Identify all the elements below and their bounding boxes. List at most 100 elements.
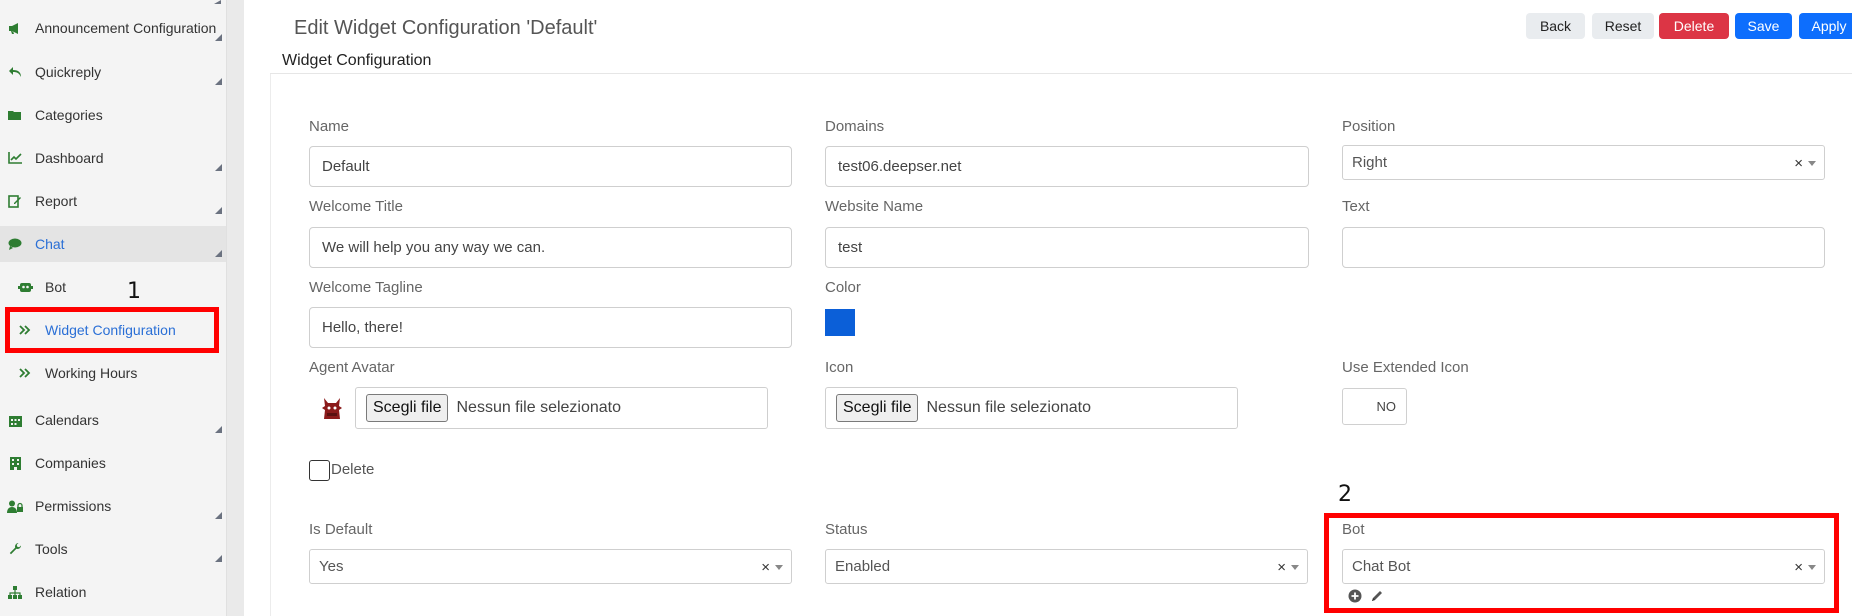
choose-file-button[interactable]: Scegli file bbox=[366, 394, 449, 422]
domains-input[interactable]: test06.deepser.net bbox=[825, 146, 1309, 187]
sidebar-scroll-rail[interactable] bbox=[226, 0, 244, 616]
chevron-down-icon[interactable] bbox=[1808, 161, 1816, 166]
agent-avatar-label: Agent Avatar bbox=[309, 359, 395, 376]
panel-border bbox=[270, 74, 271, 616]
chevron-down-icon[interactable] bbox=[775, 565, 783, 570]
status-select[interactable]: Enabled × bbox=[825, 549, 1308, 584]
avatar bbox=[321, 395, 343, 421]
welcome-title-input[interactable]: We will help you any way we can. bbox=[309, 227, 792, 268]
sidebar-item-label: Quickreply bbox=[35, 64, 102, 80]
sidebar-item-label: Report bbox=[35, 193, 78, 209]
position-select[interactable]: Right × bbox=[1342, 145, 1825, 180]
expand-caret-icon[interactable] bbox=[215, 164, 222, 171]
robot-icon bbox=[17, 279, 33, 295]
name-input[interactable]: Default bbox=[309, 146, 792, 187]
expand-caret-icon[interactable] bbox=[215, 34, 222, 41]
choose-file-button[interactable]: Scegli file bbox=[836, 394, 919, 422]
expand-caret-icon[interactable] bbox=[215, 78, 222, 85]
megaphone-icon bbox=[7, 20, 23, 36]
expand-caret-icon bbox=[214, 0, 221, 4]
delete-avatar-checkbox[interactable] bbox=[309, 460, 330, 481]
text-label: Text bbox=[1342, 198, 1370, 215]
sidebar-item-label: Companies bbox=[35, 455, 106, 471]
sidebar-item-relation[interactable]: Relation bbox=[0, 574, 226, 610]
color-picker-swatch[interactable] bbox=[825, 309, 855, 336]
chevron-down-icon[interactable] bbox=[1808, 565, 1816, 570]
clear-icon[interactable]: × bbox=[761, 559, 770, 576]
agent-avatar-file-input[interactable]: Scegli file Nessun file selezionato bbox=[355, 387, 768, 429]
use-extended-icon-toggle[interactable]: NO bbox=[1342, 388, 1407, 425]
is-default-select[interactable]: Yes × bbox=[309, 549, 792, 584]
annotation-number: 1 bbox=[127, 279, 141, 304]
sidebar-item-label: Working Hours bbox=[45, 365, 138, 381]
plus-circle-icon[interactable] bbox=[1348, 589, 1362, 603]
annotation-number: 2 bbox=[1338, 482, 1352, 507]
domains-value: test06.deepser.net bbox=[838, 158, 962, 175]
reset-button[interactable]: Reset bbox=[1592, 13, 1654, 39]
sidebar-item-bot[interactable]: Bot bbox=[0, 269, 226, 305]
toggle-state: NO bbox=[1376, 399, 1397, 414]
chat-bubble-icon bbox=[7, 236, 23, 252]
wrench-icon bbox=[7, 541, 23, 557]
chevron-down-icon[interactable] bbox=[1291, 565, 1299, 570]
expand-caret-icon[interactable] bbox=[215, 426, 222, 433]
sidebar-item-chat[interactable]: Chat bbox=[0, 226, 226, 262]
bot-select[interactable]: Chat Bot × bbox=[1342, 549, 1825, 584]
expand-caret-icon[interactable] bbox=[215, 207, 222, 214]
use-extended-icon-label: Use Extended Icon bbox=[1342, 359, 1469, 376]
expand-caret-icon[interactable] bbox=[215, 512, 222, 519]
sidebar-item-quickreply[interactable]: Quickreply bbox=[0, 54, 226, 90]
report-edit-icon bbox=[7, 193, 23, 209]
sidebar-item-label: Tools bbox=[35, 541, 68, 557]
sidebar-item-working-hours[interactable]: Working Hours bbox=[0, 355, 226, 391]
sidebar-item-announcement-configuration[interactable]: Announcement Configuration bbox=[0, 10, 226, 46]
sidebar-item-companies[interactable]: Companies bbox=[0, 445, 226, 481]
clear-icon[interactable]: × bbox=[1794, 559, 1803, 576]
expand-caret-icon[interactable] bbox=[215, 555, 222, 562]
sidebar-item-calendars[interactable]: Calendars bbox=[0, 402, 226, 438]
color-label: Color bbox=[825, 279, 861, 296]
welcome-tagline-value: Hello, there! bbox=[322, 319, 403, 336]
delete-button[interactable]: Delete bbox=[1659, 13, 1729, 39]
sidebar-item-categories[interactable]: Categories bbox=[0, 97, 226, 133]
position-value: Right bbox=[1352, 154, 1388, 171]
sidebar-item-tools[interactable]: Tools bbox=[0, 531, 226, 567]
text-input[interactable] bbox=[1342, 227, 1825, 268]
sidebar-item-report[interactable]: Report bbox=[0, 183, 226, 219]
sitemap-icon bbox=[7, 584, 23, 600]
divider bbox=[270, 73, 1852, 74]
delete-avatar-label: Delete bbox=[331, 461, 375, 478]
clear-icon[interactable]: × bbox=[1794, 155, 1803, 172]
annotation-highlight-box bbox=[5, 307, 219, 353]
welcome-title-label: Welcome Title bbox=[309, 198, 403, 215]
name-label: Name bbox=[309, 118, 350, 135]
expand-caret-icon[interactable] bbox=[215, 250, 222, 257]
user-lock-icon bbox=[7, 498, 23, 514]
back-button[interactable]: Back bbox=[1526, 13, 1585, 39]
sidebar-item-permissions[interactable]: Permissions bbox=[0, 488, 226, 524]
pencil-icon[interactable] bbox=[1370, 589, 1384, 603]
welcome-title-value: We will help you any way we can. bbox=[322, 239, 546, 256]
status-value: Enabled bbox=[835, 558, 891, 575]
website-name-input[interactable]: test bbox=[825, 227, 1309, 268]
sidebar-item-label: Calendars bbox=[35, 412, 99, 428]
icon-file-input[interactable]: Scegli file Nessun file selezionato bbox=[825, 387, 1238, 429]
name-value: Default bbox=[322, 158, 370, 175]
apply-button[interactable]: Apply bbox=[1799, 13, 1852, 39]
page-title: Edit Widget Configuration 'Default' bbox=[294, 17, 598, 39]
sidebar-item-label: Chat bbox=[35, 236, 65, 252]
sidebar-item-dashboard[interactable]: Dashboard bbox=[0, 140, 226, 176]
is-default-label: Is Default bbox=[309, 521, 373, 538]
section-title: Widget Configuration bbox=[282, 52, 432, 69]
sidebar-item-label: Bot bbox=[45, 279, 67, 295]
website-name-value: test bbox=[838, 239, 863, 256]
bot-value: Chat Bot bbox=[1352, 558, 1411, 575]
sidebar-item-label: Categories bbox=[35, 107, 103, 123]
line-chart-icon bbox=[7, 150, 23, 166]
clear-icon[interactable]: × bbox=[1277, 559, 1286, 576]
sidebar-item-label: Dashboard bbox=[35, 150, 104, 166]
status-label: Status bbox=[825, 521, 868, 538]
save-button[interactable]: Save bbox=[1735, 13, 1792, 39]
welcome-tagline-input[interactable]: Hello, there! bbox=[309, 307, 792, 348]
icon-label: Icon bbox=[825, 359, 854, 376]
